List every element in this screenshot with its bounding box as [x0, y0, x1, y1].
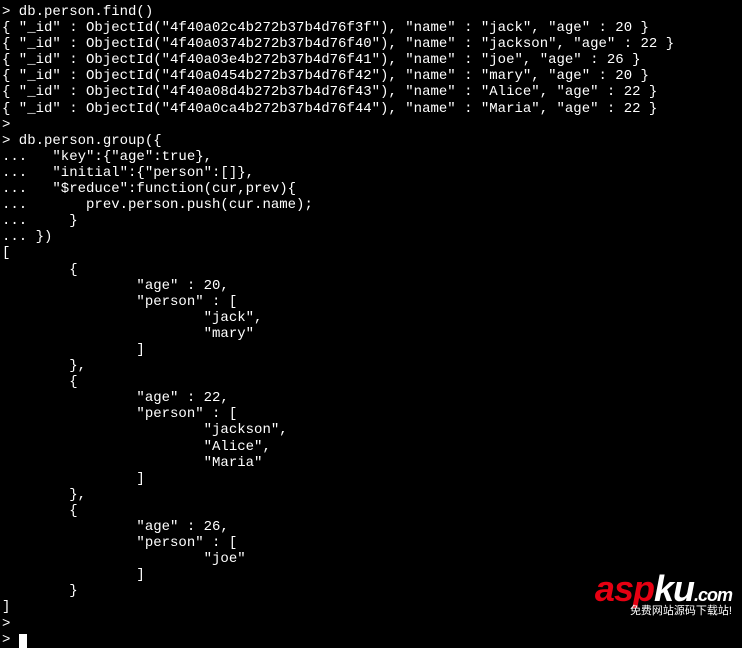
terminal-line: }, — [2, 358, 740, 374]
terminal-line: ... "initial":{"person":[]}, — [2, 165, 740, 181]
watermark-logo: aspku.com — [595, 568, 732, 609]
terminal-line: "person" : [ — [2, 406, 740, 422]
terminal-line: }, — [2, 487, 740, 503]
terminal-line: { — [2, 262, 740, 278]
terminal-line: { — [2, 374, 740, 390]
terminal-line: "age" : 26, — [2, 519, 740, 535]
terminal-line: { "_id" : ObjectId("4f40a03e4b272b37b4d7… — [2, 52, 740, 68]
cursor-icon — [19, 634, 27, 648]
terminal-line: "jack", — [2, 310, 740, 326]
terminal-line: "Maria" — [2, 455, 740, 471]
terminal-line: > db.person.find() — [2, 4, 740, 20]
terminal-line: ... "$reduce":function(cur,prev){ — [2, 181, 740, 197]
terminal-line: "joe" — [2, 551, 740, 567]
terminal-line: ... }) — [2, 229, 740, 245]
terminal-line: "person" : [ — [2, 535, 740, 551]
watermark-dotcom: .com — [694, 585, 732, 605]
terminal-line: ] — [2, 471, 740, 487]
terminal-line: ... } — [2, 213, 740, 229]
watermark-white-text: ku — [654, 568, 694, 609]
terminal-line: [ — [2, 245, 740, 261]
terminal-line: { "_id" : ObjectId("4f40a0374b272b37b4d7… — [2, 36, 740, 52]
watermark: aspku.com 免费网站源码下载站! — [595, 568, 732, 618]
terminal-line: "Alice", — [2, 439, 740, 455]
watermark-red-text: asp — [595, 568, 654, 609]
terminal-line: "mary" — [2, 326, 740, 342]
terminal-line: ... "key":{"age":true}, — [2, 149, 740, 165]
terminal-line: "jackson", — [2, 422, 740, 438]
terminal-line: { "_id" : ObjectId("4f40a0ca4b272b37b4d7… — [2, 101, 740, 117]
terminal-line: ] — [2, 342, 740, 358]
terminal-line: { "_id" : ObjectId("4f40a08d4b272b37b4d7… — [2, 84, 740, 100]
terminal-prompt[interactable]: > — [2, 632, 740, 648]
terminal-line: > — [2, 117, 740, 133]
terminal-line: "age" : 22, — [2, 390, 740, 406]
terminal-line: ... prev.person.push(cur.name); — [2, 197, 740, 213]
terminal-line: { "_id" : ObjectId("4f40a0454b272b37b4d7… — [2, 68, 740, 84]
terminal-line: { "_id" : ObjectId("4f40a02c4b272b37b4d7… — [2, 20, 740, 36]
terminal-line: "person" : [ — [2, 294, 740, 310]
terminal-line: "age" : 20, — [2, 278, 740, 294]
terminal-line: > db.person.group({ — [2, 133, 740, 149]
terminal-output[interactable]: > db.person.find(){ "_id" : ObjectId("4f… — [2, 4, 740, 648]
terminal-line: { — [2, 503, 740, 519]
